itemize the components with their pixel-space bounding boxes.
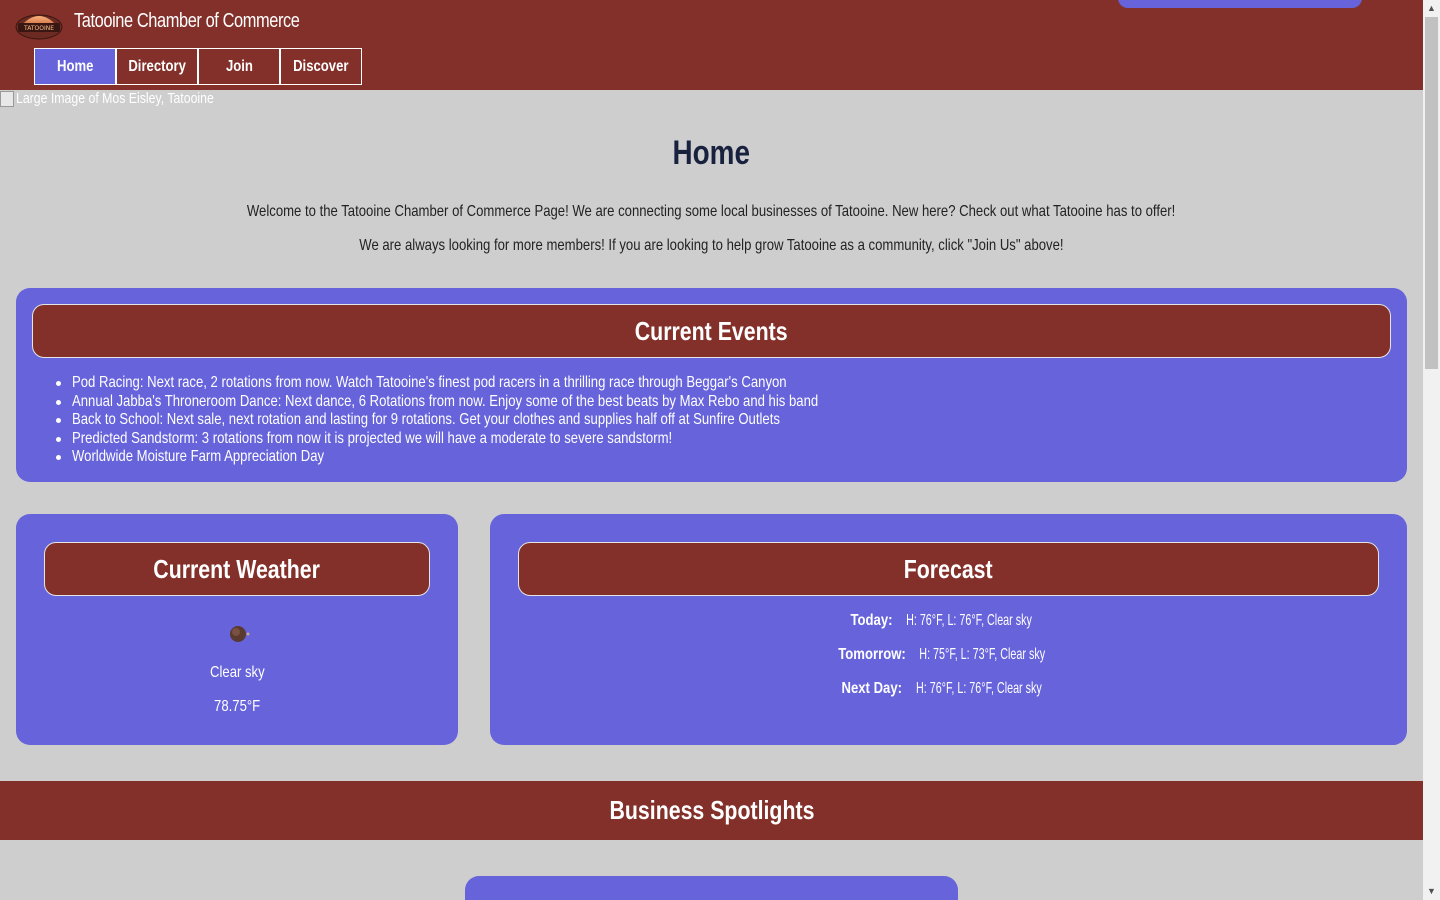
top-pill-button[interactable] [1118,0,1362,8]
hero-alt-text: Large Image of Mos Eisley, Tatooine [16,90,214,107]
weather-description: Clear sky [209,664,265,681]
site-title: Tatooine Chamber of Commerce [74,10,300,32]
scroll-up-arrow-icon[interactable]: ▲ [1423,0,1440,17]
nav-discover[interactable]: Discover [280,48,362,85]
forecast-heading: Forecast [518,542,1379,596]
nav-home[interactable]: Home [34,48,116,85]
forecast-today: Today: H: 76°F, L: 76°F, Clear sky [850,612,1033,629]
list-item: Back to School: Next sale, next rotation… [56,411,982,430]
nav-directory[interactable]: Directory [116,48,198,85]
list-item: Worldwide Moisture Farm Appreciation Day [56,448,982,467]
broken-image-icon [0,90,14,107]
spotlight-card [465,876,958,900]
scroll-down-arrow-icon[interactable]: ▼ [1423,883,1440,900]
forecast-card: Forecast Today: H: 76°F, L: 76°F, Clear … [490,514,1407,745]
tatooine-logo[interactable]: TATOOINE [15,9,63,41]
list-item: Pod Racing: Next race, 2 rotations from … [56,374,982,393]
logo-text: TATOOINE [23,25,54,32]
events-list: Pod Racing: Next race, 2 rotations from … [56,374,982,467]
page-title: Home [672,134,751,172]
list-item: Annual Jabba's Throneroom Dance: Next da… [56,393,982,412]
weather-icon [230,626,250,642]
weather-temperature: 78.75°F [213,698,261,715]
intro-paragraph-1: Welcome to the Tatooine Chamber of Comme… [247,203,1176,220]
events-card: Current Events Pod Racing: Next race, 2 … [16,288,1407,482]
scrollbar-thumb[interactable] [1425,17,1438,369]
weather-card: Current Weather Clear sky 78.75°F [16,514,458,745]
page-scrollbar[interactable]: ▲ ▼ [1423,0,1440,900]
nav-join[interactable]: Join [198,48,280,85]
site-header: TATOOINE Tatooine Chamber of Commerce Ho… [0,0,1423,90]
business-spotlights-heading: Business Spotlights [0,781,1423,840]
weather-heading: Current Weather [44,542,430,596]
forecast-tomorrow: Tomorrow: H: 75°F, L: 73°F, Clear sky [838,646,1046,663]
intro-paragraph-2: We are always looking for more members! … [359,237,1064,254]
events-heading: Current Events [32,304,1391,358]
hero-image: Large Image of Mos Eisley, Tatooine [0,90,257,107]
list-item: Predicted Sandstorm: 3 rotations from no… [56,430,982,449]
main-nav: Home Directory Join Discover [34,48,362,85]
forecast-next-day: Next Day: H: 76°F, L: 76°F, Clear sky [841,680,1042,697]
page: TATOOINE Tatooine Chamber of Commerce Ho… [0,0,1423,900]
